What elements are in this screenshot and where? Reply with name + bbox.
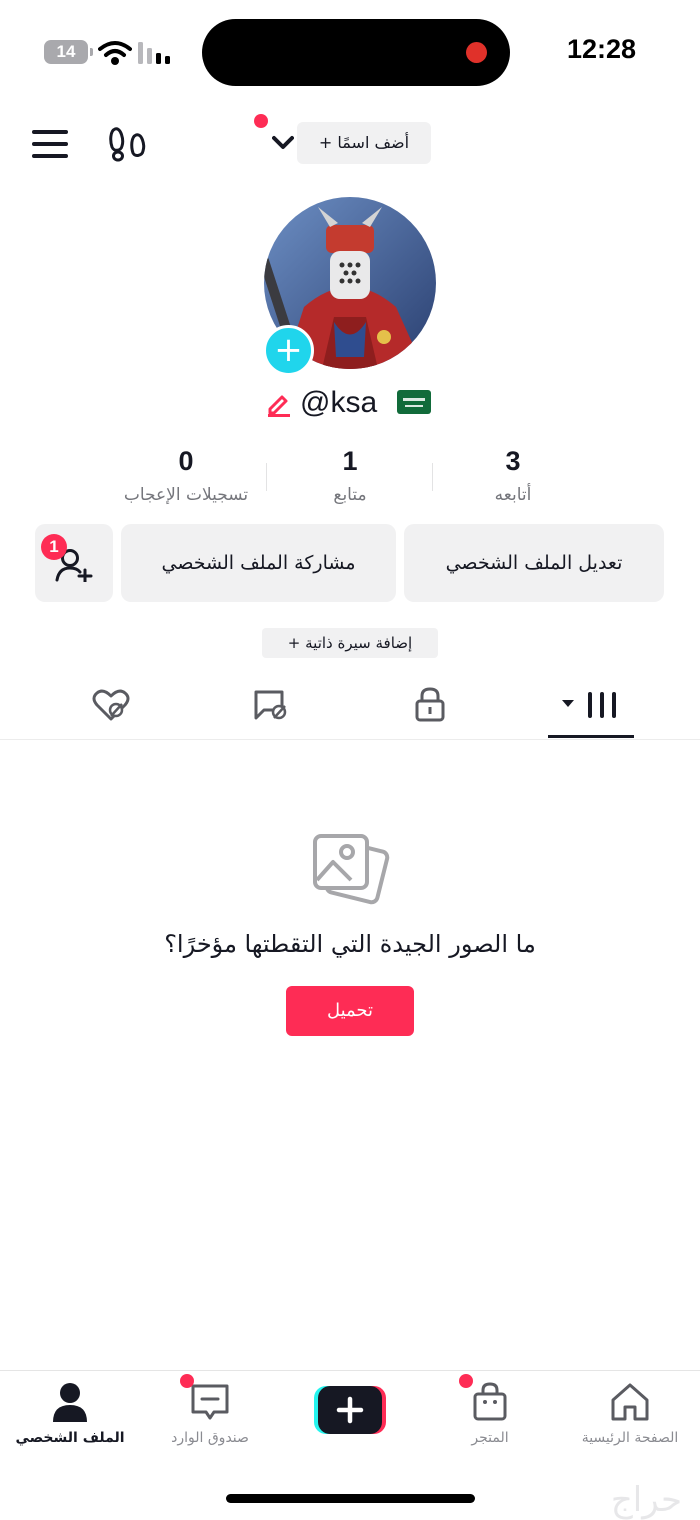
status-time: 12:28 (566, 34, 636, 64)
empty-state-message: ما الصور الجيدة التي التقطتها مؤخرًا؟ (164, 930, 536, 958)
hidden-heart-icon[interactable] (92, 688, 130, 722)
share-profile-button[interactable]: مشاركة الملف الشخصي (121, 524, 396, 602)
hidden-tag-icon[interactable] (252, 688, 290, 722)
bottom-nav-divider (0, 1370, 700, 1371)
battery-indicator: 14 (44, 40, 93, 64)
following-label[interactable]: أتابعه (423, 485, 603, 505)
username: @ksa (300, 386, 378, 419)
followers-count[interactable]: 1 (290, 446, 410, 477)
add-name-button[interactable]: + أضف اسمًا (297, 122, 431, 164)
inbox-notification-dot (180, 1374, 194, 1388)
followers-label[interactable]: متابع (260, 485, 440, 505)
profile-icon (53, 1383, 87, 1422)
nav-home-label: الصفحة الرئيسية (581, 1430, 679, 1446)
add-avatar-button[interactable]: + (263, 325, 314, 376)
nav-home[interactable]: الصفحة الرئيسية (560, 1378, 700, 1454)
dynamic-island (202, 19, 510, 86)
likes-count: 0 (178, 446, 194, 476)
nav-profile[interactable]: الملف الشخصي (0, 1378, 140, 1454)
nav-inbox-label: صندوق الوارد (171, 1430, 249, 1446)
likes-label: تسجيلات الإعجاب (123, 485, 249, 505)
upload-button[interactable]: تحميل (286, 986, 414, 1036)
lock-icon[interactable] (414, 686, 446, 722)
nav-inbox[interactable]: صندوق الوارد (140, 1378, 280, 1454)
nav-shop-label: المتجر (471, 1430, 509, 1446)
cellular-signal-icon (138, 42, 170, 64)
grid-icon[interactable] (562, 690, 620, 720)
edit-profile-button[interactable]: تعديل الملف الشخصي (404, 524, 664, 602)
account-switch-notification-dot (254, 114, 268, 128)
footprints-icon[interactable] (109, 125, 147, 163)
saudi-flag-icon (397, 390, 431, 414)
hamburger-menu-icon[interactable] (32, 128, 68, 160)
photos-icon (313, 834, 390, 905)
shopping-bag-icon (473, 1382, 507, 1421)
home-indicator (226, 1494, 475, 1503)
recording-indicator (466, 42, 487, 63)
following-count[interactable]: 3 (453, 446, 573, 477)
chevron-down-icon[interactable] (272, 135, 294, 151)
nav-profile-label: الملف الشخصي (15, 1430, 125, 1446)
tabs-divider (0, 739, 700, 740)
create-button[interactable] (314, 1386, 386, 1434)
wifi-icon (98, 41, 132, 65)
active-tab-indicator (548, 735, 634, 738)
inbox-icon (191, 1384, 229, 1420)
watermark: حراج (610, 1480, 682, 1520)
add-bio-button[interactable]: + إضافة سيرة ذاتية (262, 628, 438, 658)
pencil-icon[interactable] (266, 391, 292, 417)
home-icon (611, 1383, 649, 1421)
shop-notification-dot (459, 1374, 473, 1388)
friend-request-badge: 1 (41, 534, 67, 560)
nav-shop[interactable]: المتجر (420, 1378, 560, 1454)
